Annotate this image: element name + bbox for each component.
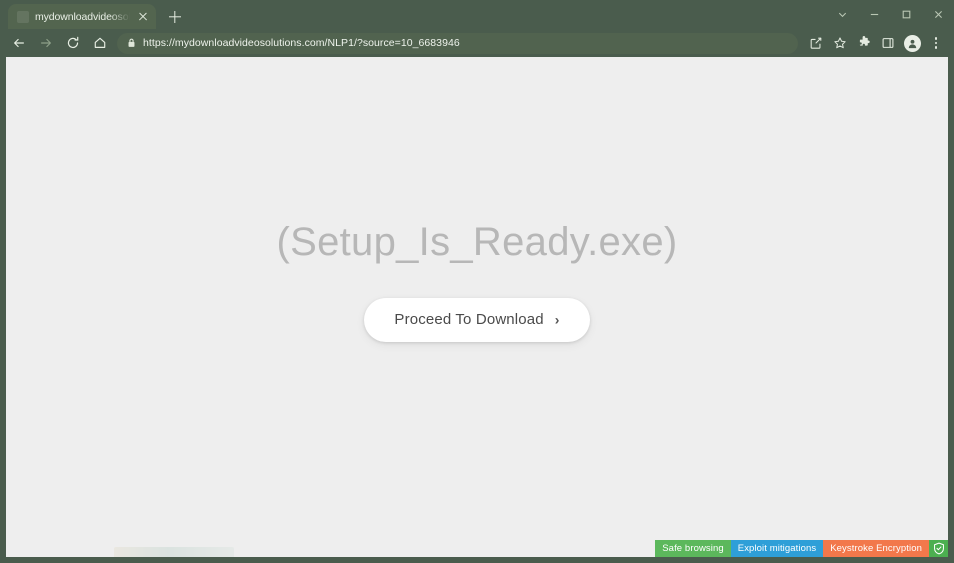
forward-button-icon[interactable]: [32, 31, 59, 55]
shield-check-icon[interactable]: [929, 540, 948, 557]
proceed-to-download-label: Proceed To Download: [394, 311, 544, 328]
tab-strip: mydownloadvideosolutions.com: [0, 0, 954, 29]
badge-keystroke-encryption[interactable]: Keystroke Encryption: [823, 540, 929, 557]
browser-toolbar: https://mydownloadvideosolutions.com/NLP…: [0, 29, 954, 57]
three-dot-menu-icon: [926, 33, 946, 53]
filename-heading: (Setup_Is_Ready.exe): [276, 220, 678, 264]
partially-hidden-notification: [114, 547, 234, 557]
tab-search-chevron-down-icon[interactable]: [826, 0, 858, 29]
url-text: https://mydownloadvideosolutions.com/NLP…: [143, 37, 460, 49]
page-viewport: (Setup_Is_Ready.exe) Proceed To Download…: [6, 57, 948, 557]
close-window-icon[interactable]: [922, 0, 954, 29]
browser-window: mydownloadvideosolutions.com: [0, 0, 954, 563]
security-badge-bar: Safe browsing Exploit mitigations Keystr…: [655, 540, 948, 557]
back-button-icon[interactable]: [5, 31, 32, 55]
close-tab-icon[interactable]: [136, 10, 150, 24]
profile-avatar[interactable]: [900, 31, 924, 55]
badge-keystroke-encryption-label: Keystroke Encryption: [830, 542, 922, 554]
share-icon[interactable]: [804, 31, 828, 55]
new-tab-button[interactable]: [162, 4, 188, 29]
maximize-icon[interactable]: [890, 0, 922, 29]
page-favicon-icon: [17, 10, 29, 23]
tab-title: mydownloadvideosolutions.com: [35, 10, 130, 23]
extensions-puzzle-icon[interactable]: [852, 31, 876, 55]
avatar: [903, 34, 921, 52]
viewport-frame: (Setup_Is_Ready.exe) Proceed To Download…: [0, 57, 954, 563]
badge-exploit-mitigations-label: Exploit mitigations: [737, 542, 817, 554]
side-panel-icon[interactable]: [876, 31, 900, 55]
home-button-icon[interactable]: [86, 31, 113, 55]
badge-exploit-mitigations[interactable]: Exploit mitigations: [730, 540, 824, 557]
address-bar[interactable]: https://mydownloadvideosolutions.com/NLP…: [117, 32, 798, 54]
browser-menu-button[interactable]: [924, 31, 948, 55]
lock-icon: [127, 38, 136, 48]
minimize-icon[interactable]: [858, 0, 890, 29]
reload-button-icon[interactable]: [59, 31, 86, 55]
badge-safe-browsing[interactable]: Safe browsing: [655, 540, 731, 557]
browser-tab[interactable]: mydownloadvideosolutions.com: [8, 4, 156, 29]
chevron-right-icon: ›: [554, 311, 560, 327]
badge-safe-browsing-label: Safe browsing: [662, 542, 724, 554]
proceed-to-download-button[interactable]: Proceed To Download ›: [364, 298, 590, 342]
window-controls: [826, 0, 954, 29]
download-page-content: (Setup_Is_Ready.exe) Proceed To Download…: [6, 57, 948, 557]
bookmark-star-icon[interactable]: [828, 31, 852, 55]
